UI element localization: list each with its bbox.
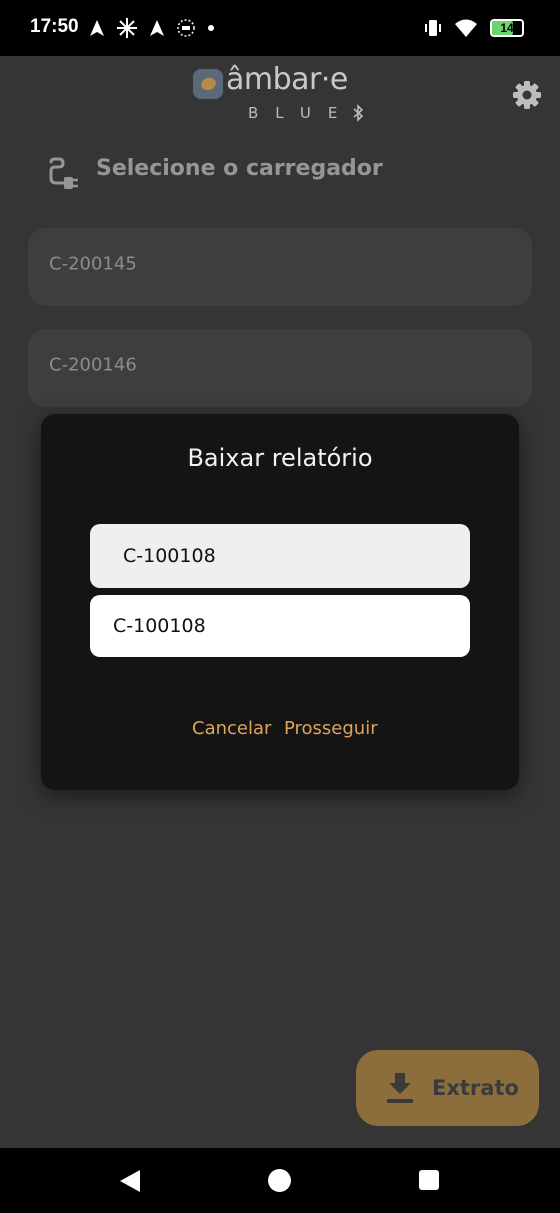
- charger-list-item[interactable]: C-200146: [28, 329, 532, 407]
- bluetooth-icon: [353, 104, 364, 122]
- app-logo: âmbar·e BLUE: [192, 62, 372, 126]
- cancel-button[interactable]: Cancelar: [192, 718, 271, 739]
- page-title: Selecione o carregador: [96, 156, 383, 181]
- charger-input[interactable]: C-100108: [90, 595, 470, 657]
- charger-plug-icon: [49, 157, 78, 189]
- charger-label: C-200146: [49, 354, 137, 376]
- charger-input-value: C-100108: [113, 615, 206, 637]
- extract-button[interactable]: Extrato: [356, 1050, 539, 1126]
- status-bar: 17:50 14: [0, 0, 560, 56]
- wifi-icon: [455, 19, 477, 37]
- sparkle-icon: [117, 18, 137, 38]
- logo-text: âmbar·e: [226, 62, 348, 97]
- extract-button-label: Extrato: [432, 1076, 519, 1100]
- battery-icon: 14: [490, 19, 524, 37]
- status-time: 17:50: [30, 16, 79, 37]
- vpn-icon: [177, 19, 195, 37]
- recents-icon[interactable]: [419, 1170, 439, 1190]
- logo-badge-icon: [193, 69, 223, 99]
- logo-subtitle: BLUE: [248, 104, 355, 122]
- battery-level: 14: [500, 21, 514, 35]
- status-icons-right: 14: [424, 16, 524, 40]
- dot-icon: [208, 25, 214, 31]
- system-nav-bar: [0, 1148, 560, 1213]
- navigation-arrow-icon: [150, 20, 164, 36]
- vibrate-icon: [425, 20, 441, 36]
- charger-list-item[interactable]: C-200145: [28, 228, 532, 306]
- dialog-title: Baixar relatório: [187, 444, 373, 472]
- charger-select-value: C-100108: [123, 545, 216, 567]
- home-icon[interactable]: [268, 1169, 291, 1192]
- download-icon: [387, 1073, 413, 1103]
- gear-icon[interactable]: [512, 80, 542, 110]
- navigation-arrow-icon: [90, 20, 104, 36]
- charger-label: C-200145: [49, 253, 137, 275]
- status-icons-left: [88, 16, 216, 40]
- proceed-button[interactable]: Prosseguir: [284, 718, 378, 739]
- back-icon[interactable]: [119, 1169, 141, 1193]
- charger-select[interactable]: C-100108: [90, 524, 470, 588]
